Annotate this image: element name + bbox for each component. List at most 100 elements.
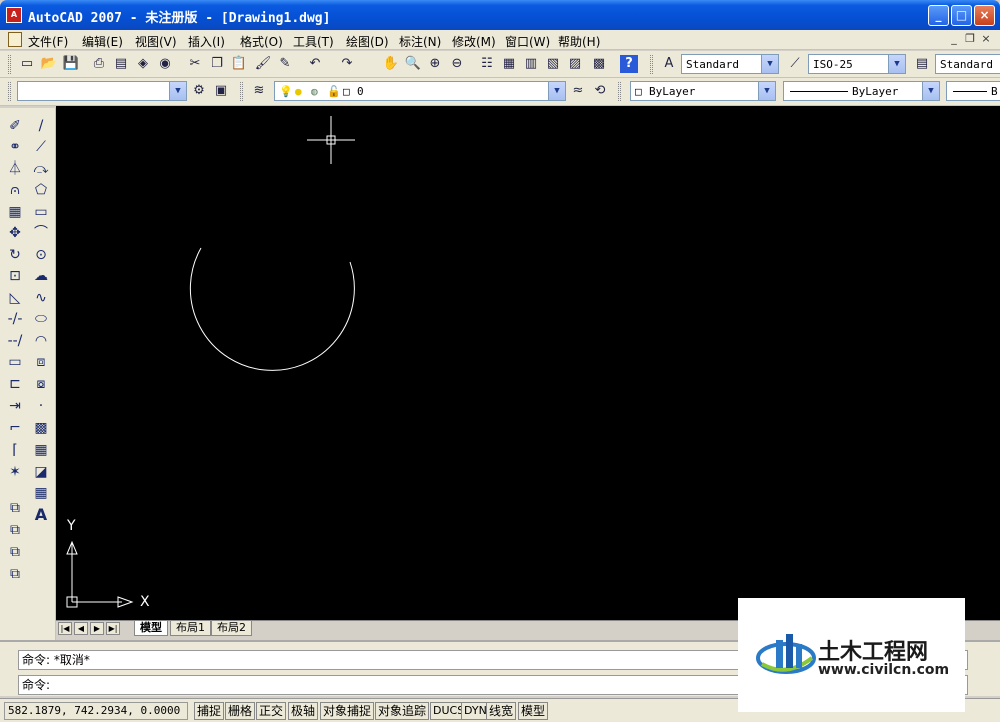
menu-format[interactable]: 格式(O): [240, 33, 283, 50]
zoom-window-icon[interactable]: ⊕: [426, 55, 444, 73]
insert-block-icon[interactable]: ⧈: [31, 352, 51, 372]
region-icon[interactable]: ◪: [31, 462, 51, 482]
chevron-down-icon[interactable]: ▼: [758, 82, 775, 100]
first-tab-icon[interactable]: |◀: [58, 622, 72, 635]
snap-toggle[interactable]: 捕捉: [194, 702, 225, 720]
layer-select[interactable]: 💡 ● ◍ 🔓 □ 0 ▼: [274, 81, 566, 101]
spline-icon[interactable]: ∿: [31, 288, 51, 308]
construction-line-icon[interactable]: ⟋: [31, 137, 51, 157]
paste-icon[interactable]: 📋: [230, 55, 248, 73]
stretch-icon[interactable]: ◺: [5, 288, 25, 308]
multiline-text-icon[interactable]: A: [31, 505, 51, 525]
otrack-toggle[interactable]: 对象追踪: [375, 702, 430, 720]
send-under-icon[interactable]: ⧉: [5, 542, 25, 562]
menu-help[interactable]: 帮助(H): [558, 33, 600, 50]
properties-icon[interactable]: ☷: [478, 55, 496, 73]
rotate-icon[interactable]: ↻: [5, 245, 25, 265]
menu-tools[interactable]: 工具(T): [293, 33, 334, 50]
hatch-icon[interactable]: ▩: [31, 418, 51, 438]
revision-cloud-icon[interactable]: ☁: [31, 266, 51, 286]
extend-icon[interactable]: --/: [5, 331, 25, 351]
ellipse-icon[interactable]: ⬭: [31, 309, 51, 329]
last-tab-icon[interactable]: ▶|: [106, 622, 120, 635]
lineweight-select[interactable]: B: [946, 81, 1000, 101]
tool-palettes-icon[interactable]: ▥: [522, 55, 540, 73]
point-icon[interactable]: ·: [31, 396, 51, 416]
break-icon[interactable]: ⊏: [5, 374, 25, 394]
copy-object-icon[interactable]: ⚭: [5, 137, 25, 157]
my-workspace-icon[interactable]: ▣: [212, 82, 230, 100]
autocad-app-icon[interactable]: A: [6, 7, 22, 23]
mdi-close-button[interactable]: ×: [978, 31, 994, 47]
table-style-icon[interactable]: ▤: [913, 55, 931, 73]
menu-window[interactable]: 窗口(W): [505, 33, 550, 50]
mirror-icon[interactable]: ⏃: [5, 159, 25, 179]
layer-make-current-icon[interactable]: ≈: [569, 82, 587, 100]
menu-file[interactable]: 文件(F): [28, 33, 68, 50]
osnap-toggle[interactable]: 对象捕捉: [320, 702, 375, 720]
chevron-down-icon[interactable]: ▼: [169, 82, 186, 100]
match-properties-icon[interactable]: 🖌: [254, 55, 272, 73]
fillet-icon[interactable]: ⌈: [5, 440, 25, 460]
zoom-previous-icon[interactable]: ⊖: [448, 55, 466, 73]
menu-dimension[interactable]: 标注(N): [399, 33, 441, 50]
break-at-point-icon[interactable]: ▭: [5, 352, 25, 372]
new-icon[interactable]: ▭: [18, 55, 36, 73]
prev-tab-icon[interactable]: ◀: [74, 622, 88, 635]
array-icon[interactable]: ▦: [5, 202, 25, 222]
coordinate-readout[interactable]: 582.1879, 742.2934, 0.0000: [4, 702, 188, 720]
gradient-icon[interactable]: ▦: [31, 440, 51, 460]
bring-above-icon[interactable]: ⧉: [5, 520, 25, 540]
toolbar-grip[interactable]: [618, 82, 621, 101]
color-select[interactable]: □ ByLayer ▼: [630, 81, 776, 101]
sheet-set-icon[interactable]: ▧: [544, 55, 562, 73]
polyline-icon[interactable]: ⤼: [31, 159, 51, 179]
polygon-icon[interactable]: ⬠: [31, 180, 51, 200]
send-back-icon[interactable]: ⧉: [5, 564, 25, 584]
join-icon[interactable]: ⇥: [5, 396, 25, 416]
cut-icon[interactable]: ✂: [186, 55, 204, 73]
lineweight-toggle[interactable]: 线宽: [486, 702, 517, 720]
drawing-canvas[interactable]: Y X: [56, 106, 1000, 620]
grid-toggle[interactable]: 栅格: [225, 702, 256, 720]
layer-previous-icon[interactable]: ⟲: [591, 82, 609, 100]
mdi-minimize-button[interactable]: _: [946, 31, 962, 47]
dim-style-select[interactable]: ISO-25 ▼: [808, 54, 906, 74]
zoom-realtime-icon[interactable]: 🔍: [404, 55, 422, 73]
erase-icon[interactable]: ✐: [5, 116, 25, 136]
ortho-toggle[interactable]: 正交: [256, 702, 287, 720]
table-icon[interactable]: ▦: [31, 483, 51, 503]
workspace-select[interactable]: ▼: [17, 81, 187, 101]
publish-icon[interactable]: ◈: [134, 55, 152, 73]
chevron-down-icon[interactable]: ▼: [888, 55, 905, 73]
toolbar-grip[interactable]: [8, 55, 11, 74]
trim-icon[interactable]: -/-: [5, 309, 25, 329]
document-icon[interactable]: [8, 32, 22, 47]
workspace-settings-icon[interactable]: ⚙: [190, 82, 208, 100]
toolbar-grip[interactable]: [240, 82, 243, 101]
markup-icon[interactable]: ▨: [566, 55, 584, 73]
design-center-icon[interactable]: ▦: [500, 55, 518, 73]
dim-style-icon[interactable]: ⟋: [786, 55, 804, 73]
next-tab-icon[interactable]: ▶: [90, 622, 104, 635]
arc-icon[interactable]: ⌒: [31, 223, 51, 243]
minimize-button[interactable]: _: [928, 5, 949, 26]
offset-icon[interactable]: ⩀: [5, 180, 25, 200]
maximize-button[interactable]: □: [951, 5, 972, 26]
menu-modify[interactable]: 修改(M): [452, 33, 496, 50]
text-style-icon[interactable]: A: [660, 55, 678, 73]
menu-insert[interactable]: 插入(I): [188, 33, 225, 50]
chevron-down-icon[interactable]: ▼: [922, 82, 939, 100]
close-button[interactable]: ×: [974, 5, 995, 26]
ellipse-arc-icon[interactable]: ◠: [31, 331, 51, 351]
rectangle-icon[interactable]: ▭: [31, 202, 51, 222]
3d-dwf-icon[interactable]: ◉: [156, 55, 174, 73]
toolbar-grip[interactable]: [650, 55, 653, 74]
help-icon[interactable]: ?: [620, 55, 638, 73]
chevron-down-icon[interactable]: ▼: [761, 55, 778, 73]
chevron-down-icon[interactable]: ▼: [548, 82, 565, 100]
copy-icon[interactable]: ❐: [208, 55, 226, 73]
explode-icon[interactable]: ✶: [5, 462, 25, 482]
draw-order-icon[interactable]: ⧉: [5, 498, 25, 518]
redo-icon[interactable]: ↷: [338, 55, 356, 73]
